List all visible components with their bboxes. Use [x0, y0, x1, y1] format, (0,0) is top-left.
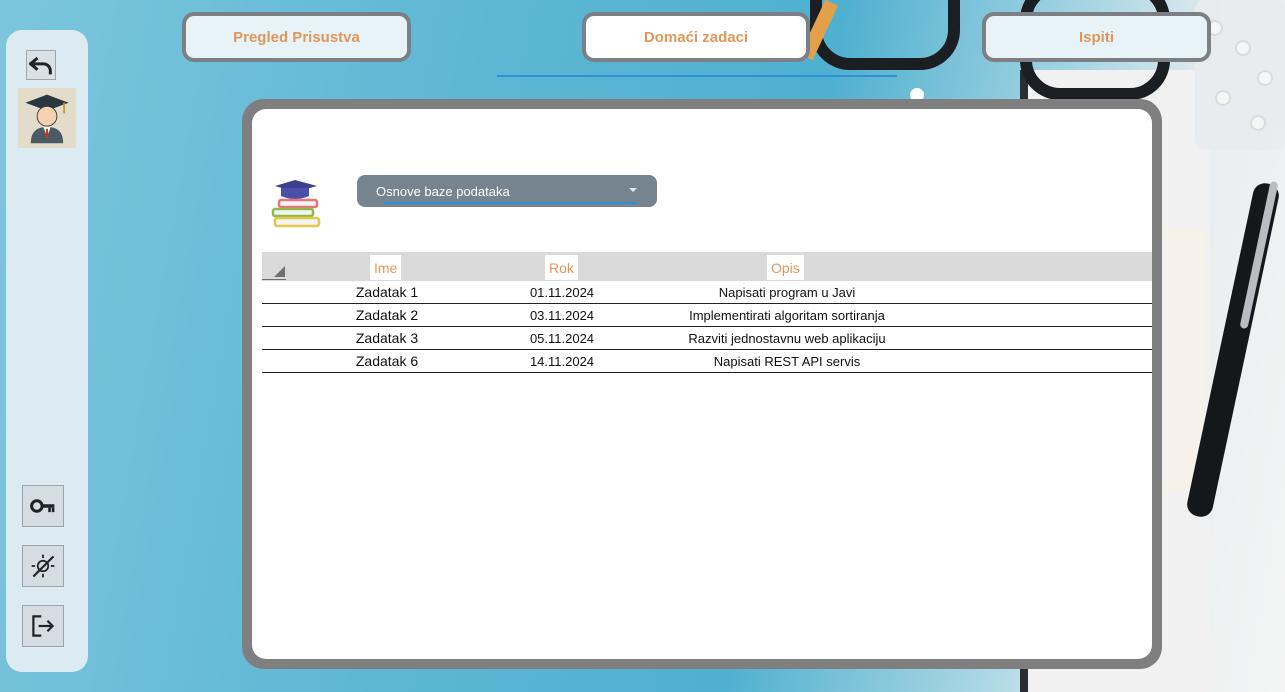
cell-ime: Zadatak 2 — [355, 307, 419, 323]
homework-panel: Osnove baze podataka Ime Rok Opis Zadata… — [242, 99, 1162, 669]
cell-rok: 05.11.2024 — [529, 330, 595, 346]
cell-opis: Implementirati algoritam sortiranja — [689, 307, 885, 323]
cell-ime: Zadatak 1 — [355, 284, 419, 300]
undo-icon — [28, 56, 52, 75]
cell-rok: 14.11.2024 — [529, 353, 595, 369]
table-row[interactable]: Zadatak 3 05.11.2024 Razviti jednostavnu… — [262, 327, 1152, 350]
background-pen-clip — [1239, 180, 1279, 330]
undo-button[interactable] — [26, 50, 56, 80]
table-row[interactable]: Zadatak 6 14.11.2024 Napisati REST API s… — [262, 350, 1152, 373]
table-row[interactable]: Zadatak 1 01.11.2024 Napisati program u … — [262, 281, 1152, 304]
corner-divider — [262, 279, 286, 280]
theme-toggle-icon — [31, 554, 55, 578]
theme-toggle-button[interactable] — [22, 545, 64, 587]
column-header-ime[interactable]: Ime — [370, 255, 402, 280]
homework-table: Ime Rok Opis Zadatak 1 01.11.2024 Napisa… — [262, 252, 1152, 373]
cell-rok: 01.11.2024 — [529, 284, 595, 300]
background-glasses — [810, 0, 960, 70]
books-icon — [271, 180, 321, 228]
logout-button[interactable] — [22, 605, 64, 647]
course-select[interactable]: Osnove baze podataka — [357, 175, 657, 207]
tab-ispiti[interactable]: Ispiti — [982, 12, 1211, 62]
cell-opis: Napisati REST API servis — [713, 353, 861, 369]
cell-ime: Zadatak 3 — [355, 330, 419, 346]
tab-pregled-prisustva[interactable]: Pregled Prisustva — [182, 12, 411, 62]
homework-panel-content: Osnove baze podataka Ime Rok Opis Zadata… — [252, 109, 1152, 659]
cell-opis: Napisati program u Javi — [718, 284, 856, 300]
table-header: Ime Rok Opis — [262, 252, 1152, 281]
background-ruler — [1165, 230, 1205, 490]
course-select-value: Osnove baze podataka — [376, 183, 510, 199]
cell-rok: 03.11.2024 — [529, 307, 595, 323]
column-header-rok[interactable]: Rok — [545, 255, 578, 280]
active-tab-underline — [497, 75, 897, 77]
graduate-avatar-icon — [25, 94, 69, 144]
chevron-down-icon — [629, 188, 637, 192]
column-header-opis[interactable]: Opis — [767, 255, 804, 280]
sidebar — [6, 30, 88, 672]
course-select-underline — [384, 202, 637, 204]
change-password-button[interactable] — [22, 485, 64, 527]
tab-domaci-zadaci[interactable]: Domaći zadaci — [582, 12, 810, 62]
cell-ime: Zadatak 6 — [355, 353, 419, 369]
cell-opis: Razviti jednostavnu web aplikaciju — [688, 330, 886, 346]
logout-icon — [32, 615, 55, 637]
background-pen — [1184, 181, 1282, 519]
student-avatar[interactable] — [18, 88, 76, 148]
key-icon — [30, 499, 55, 513]
select-all-corner[interactable] — [274, 266, 285, 277]
table-row[interactable]: Zadatak 2 03.11.2024 Implementirati algo… — [262, 304, 1152, 327]
